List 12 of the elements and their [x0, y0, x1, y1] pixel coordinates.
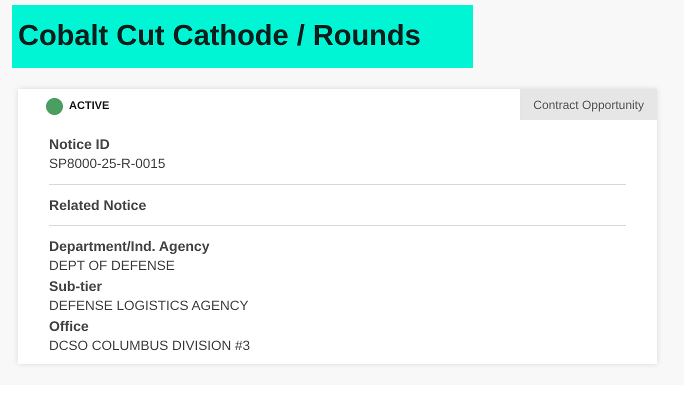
page-title: Cobalt Cut Cathode / Rounds [12, 5, 473, 68]
field-label: Office [49, 317, 90, 336]
field-value: DEPT OF DEFENSE [49, 257, 176, 275]
field-value: SP8000-25-R-0015 [49, 155, 166, 173]
field-label: Notice ID [49, 135, 111, 154]
notice-type-tag: Contract Opportunity [520, 89, 657, 120]
field-value: DEFENSE LOGISTICS AGENCY [49, 297, 250, 315]
field-value: DCSO COLUMBUS DIVISION #3 [49, 337, 252, 355]
field-label: Sub-tier [49, 277, 103, 296]
field-label: Department/Ind. Agency [49, 237, 211, 256]
field-label: Related Notice [49, 196, 148, 215]
status-label: ACTIVE [69, 99, 110, 114]
